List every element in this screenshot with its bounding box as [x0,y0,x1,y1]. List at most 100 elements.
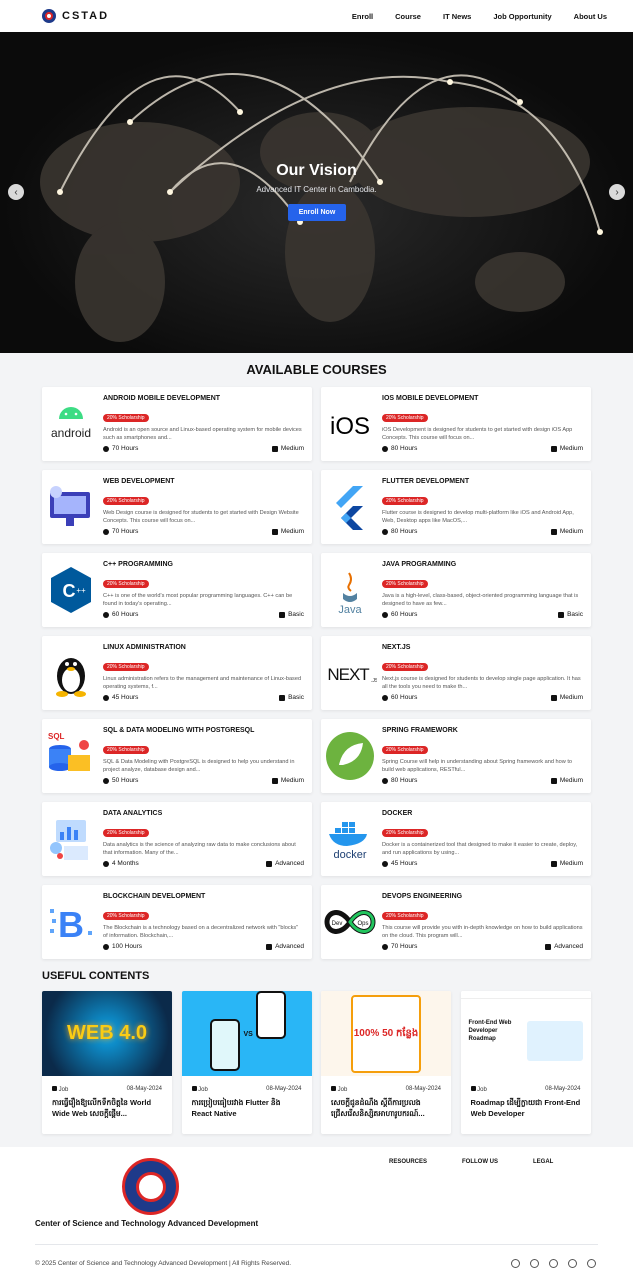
course-card[interactable]: android ANDROID MOBILE DEVELOPMENT 20% S… [42,387,312,461]
github-icon[interactable] [568,1259,577,1268]
course-description: Linux administration refers to the manag… [103,676,302,690]
svg-text:Java: Java [338,604,362,616]
sql-illustration: SQL [44,729,98,783]
useful-title: Roadmap ដើម្បីក្លាយជា Front-End Web Deve… [470,1098,581,1118]
course-card[interactable]: B BLOCKCHAIN DEVELOPMENT 20% Scholarship… [42,885,312,959]
clock-icon [382,445,388,452]
useful-title: ការប្រៀបធៀបរវាង Flutter និង React Native [191,1098,281,1118]
twitter-icon[interactable] [549,1259,558,1268]
java-logo: Java [323,563,377,617]
course-duration: 4 Months [103,860,139,867]
useful-image-text: 100% 50 កន្លែង [353,1027,419,1039]
social-links [511,1259,596,1268]
course-description: Spring Course will help in understanding… [382,759,572,773]
course-title: WEB DEVELOPMENT [103,478,175,485]
ios-logo: iOS [323,397,377,451]
course-card[interactable]: docker DOCKER 20% Scholarship Docker is … [321,802,591,876]
useful-tag: Job [331,1086,347,1093]
cpp-logo: C ++ [44,563,98,617]
course-level-text: Basic [567,611,583,618]
courses-section-title: AVAILABLE COURSES [246,362,387,377]
course-card[interactable]: WEB DEVELOPMENT 20% Scholarship Web Desi… [42,470,312,544]
brand-name: CSTAD [62,10,110,22]
nav-link-enroll[interactable]: Enroll [352,12,373,21]
svg-text:B: B [58,904,84,945]
layers-icon [271,528,278,535]
spring-logo [323,729,377,783]
course-level: Medium [550,694,583,701]
android-logo: android [44,397,98,451]
clock-icon [103,611,109,618]
dribbble-icon[interactable] [587,1259,596,1268]
footer-col-legal[interactable]: LEGAL [533,1159,553,1165]
course-card[interactable]: iOS IOS MOBILE DEVELOPMENT 20% Scholarsh… [321,387,591,461]
useful-content-card[interactable]: VS Job 08-May-2024 ការប្រៀបធៀបរវាង Flutt… [181,991,312,1134]
scholarship-badge: 20% Scholarship [103,912,149,920]
useful-date: 08-May-2024 [545,1086,581,1092]
course-duration: 45 Hours [382,860,417,867]
course-description: The Blockchain is a technology based on … [103,925,299,939]
course-card[interactable]: SQL SQL & DATA MODELING WITH POSTGRESQL … [42,719,312,793]
course-description: This course will provide you with in-dep… [382,925,583,939]
brand[interactable]: CSTAD [42,9,109,23]
course-level: Basic [279,694,304,701]
scholarship-badge: 20% Scholarship [103,663,149,671]
footer-columns: RESOURCES FOLLOW US LEGAL [389,1159,553,1165]
useful-content-card[interactable]: Front-End Web Developer Roadmap Job 08-M… [460,991,591,1134]
carousel-prev-icon[interactable]: ‹ [8,184,24,200]
instagram-icon[interactable] [530,1259,539,1268]
useful-image-text: Front-End Web Developer Roadmap [468,1020,512,1042]
footer-col-follow-us[interactable]: FOLLOW US [462,1159,498,1165]
course-title: JAVA PROGRAMMING [382,561,457,568]
course-title: SPRING FRAMEWORK [382,727,458,734]
course-duration: 100 Hours [103,943,142,950]
course-duration: 60 Hours [103,611,138,618]
scholarship-badge: 20% Scholarship [103,414,149,422]
nav-link-job-opportunity[interactable]: Job Opportunity [493,12,551,21]
course-duration: 80 Hours [382,445,417,452]
course-card[interactable]: C ++ C++ PROGRAMMING 20% Scholarship C++ … [42,553,312,627]
course-level: Medium [550,528,583,535]
svg-text:docker: docker [333,849,366,861]
layers-icon [550,860,557,867]
useful-content-card[interactable]: 100% 50 កន្លែង Job 08-May-2024 សេចក្តីជូ… [321,991,451,1134]
useful-content-image: VS [181,991,312,1076]
enroll-now-button[interactable]: Enroll Now [288,204,346,221]
course-card[interactable]: LINUX ADMINISTRATION 20% Scholarship Lin… [42,636,312,710]
layers-icon [550,445,557,452]
useful-date: 08-May-2024 [405,1086,441,1092]
scholarship-badge: 20% Scholarship [382,580,428,588]
course-description: Android is an open source and Linux-base… [103,427,302,441]
footer-col-resources[interactable]: RESOURCES [389,1159,427,1165]
course-duration-text: 45 Hours [112,694,139,701]
course-title: C++ PROGRAMMING [103,561,174,568]
course-card[interactable]: SPRING FRAMEWORK 20% Scholarship Spring … [321,719,591,793]
course-card[interactable]: NEXT .JS NEXT.JS 20% Scholarship Next.js … [321,636,591,710]
tag-icon [331,1086,336,1091]
course-card[interactable]: DATA ANALYTICS 20% Scholarship Data anal… [42,802,312,876]
useful-tag: Job [52,1086,68,1093]
course-description: Web Design course is designed for studen… [103,510,299,524]
course-level: Advanced [266,943,304,950]
course-level-text: Advanced [275,943,304,950]
course-duration-text: 45 Hours [391,860,418,867]
course-level-text: Medium [559,528,583,535]
carousel-next-icon[interactable]: › [609,184,625,200]
course-level: Medium [550,445,583,452]
svg-text:SQL: SQL [48,732,65,741]
course-card[interactable]: FLUTTER DEVELOPMENT 20% Scholarship Flut… [321,470,591,544]
facebook-icon[interactable] [511,1259,520,1268]
nav-link-it-news[interactable]: IT News [443,12,471,21]
course-description: iOS Development is designed for students… [382,427,573,441]
useful-grid: WEB 4.0 Job 08-May-2024 ការធ្វើរឿងឱ្យលើក… [42,991,591,1134]
nav-link-about-us[interactable]: About Us [574,12,607,21]
course-duration-text: 70 Hours [112,528,139,535]
course-card[interactable]: Dev Ops DEVOPS ENGINEERING 20% Scholarshi… [321,885,591,959]
course-level-text: Medium [280,777,304,784]
useful-content-card[interactable]: WEB 4.0 Job 08-May-2024 ការធ្វើរឿងឱ្យលើក… [42,991,172,1134]
nav-link-course[interactable]: Course [395,12,421,21]
web-illustration [44,480,98,534]
course-level: Basic [558,611,583,618]
course-card[interactable]: Java JAVA PROGRAMMING 20% Scholarship Ja… [321,553,591,627]
layers-icon [279,611,286,618]
